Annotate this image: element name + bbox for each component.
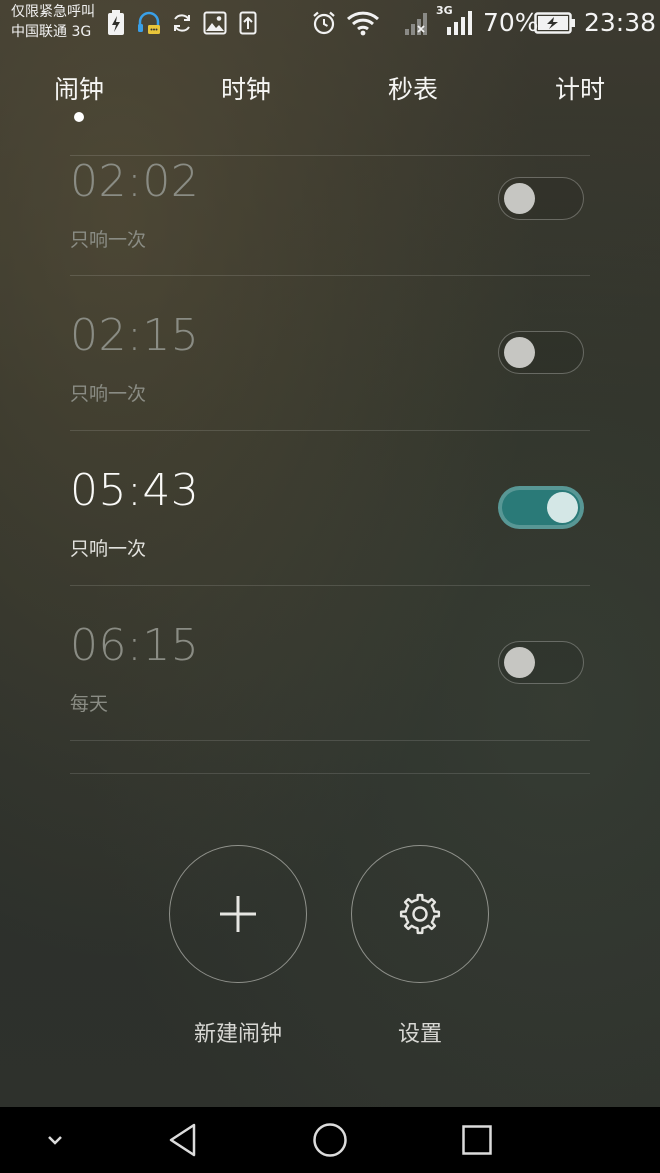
alarm-time: 06:15 [70, 620, 200, 671]
network-type-label: 3G [436, 4, 453, 17]
alarm-toggle[interactable] [498, 486, 584, 529]
status-time: 23:38 [584, 8, 657, 37]
tab-clock[interactable]: 时钟 [196, 70, 296, 106]
alarm-toggle[interactable] [498, 177, 584, 220]
sync-icon [170, 9, 194, 37]
divider [70, 773, 590, 774]
alarm-repeat: 每天 [70, 693, 109, 715]
tab-stopwatch[interactable]: 秒表 [363, 70, 463, 106]
toggle-knob [504, 337, 535, 368]
signal-icon: 3G [403, 4, 475, 37]
plus-icon [220, 896, 256, 932]
status-bar: 仅限紧急呼叫 中国联通 3G 3G 70% 23:38 [0, 0, 660, 48]
settings-label: 设置 [397, 1022, 442, 1047]
alarm-time: 02:02 [70, 156, 200, 207]
alarm-list: 02:02 只响一次 02:15 只响一次 05:43 只响一次 06:15 每… [70, 155, 590, 774]
battery-icon [534, 9, 576, 37]
tab-alarm[interactable]: 闹钟 [29, 70, 129, 106]
home-icon[interactable] [305, 1107, 355, 1173]
gear-icon [399, 893, 441, 935]
upload-icon [238, 9, 258, 37]
alarm-time: 02:15 [70, 310, 200, 361]
alarm-row[interactable]: 06:15 每天 [70, 586, 590, 740]
active-tab-indicator [74, 112, 84, 122]
carrier-info: 仅限紧急呼叫 中国联通 3G [11, 2, 95, 42]
wifi-icon [346, 9, 380, 37]
tab-bar: 闹钟 时钟 秒表 计时 [0, 70, 660, 130]
alarm-time: 05:43 [70, 465, 200, 516]
headset-notification-icon [136, 9, 162, 37]
alarm-row[interactable]: 05:43 只响一次 [70, 431, 590, 585]
back-icon[interactable] [158, 1107, 208, 1173]
tab-timer[interactable]: 计时 [530, 70, 630, 106]
battery-percent: 70% [483, 8, 539, 37]
toggle-knob [504, 647, 535, 678]
alarm-row[interactable]: 02:15 只响一次 [70, 276, 590, 430]
alarm-toggle[interactable] [498, 641, 584, 684]
settings-button[interactable] [351, 845, 489, 983]
battery-charging-icon [106, 9, 126, 37]
alarm-repeat: 只响一次 [70, 383, 147, 405]
toggle-knob [504, 183, 535, 214]
alarm-repeat: 只响一次 [70, 229, 147, 251]
alarm-row[interactable]: 02:02 只响一次 [70, 156, 590, 275]
recents-icon[interactable] [452, 1107, 502, 1173]
carrier-line-emergency: 仅限紧急呼叫 [11, 4, 95, 20]
navigation-bar [0, 1107, 660, 1173]
alarm-clock-icon [311, 9, 337, 37]
toggle-knob [547, 492, 578, 523]
chevron-down-icon[interactable] [30, 1107, 80, 1173]
carrier-line-network: 中国联通 3G [11, 24, 92, 40]
new-alarm-button[interactable] [169, 845, 307, 983]
alarm-repeat: 只响一次 [70, 538, 147, 560]
alarm-toggle[interactable] [498, 331, 584, 374]
image-icon [202, 9, 228, 37]
new-alarm-label: 新建闹钟 [193, 1022, 282, 1047]
